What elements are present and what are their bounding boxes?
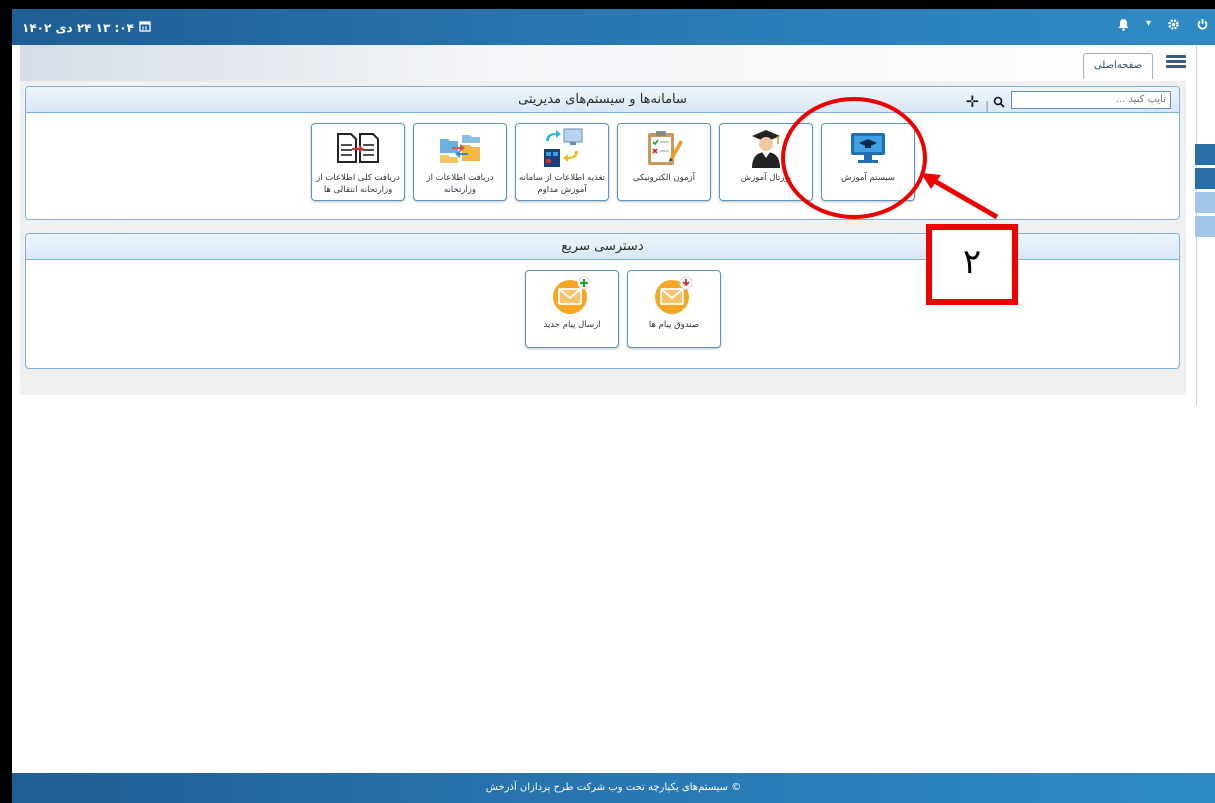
tile-ministry-transfer-data[interactable]: دریافت کلی اطلاعات از وزارتخانه انتقالی …	[311, 123, 405, 201]
annotation-step-number: ۲	[926, 224, 1018, 305]
move-icon[interactable]: ✛	[966, 89, 979, 115]
systems-panel-title: سامانه‌ها و سیستم‌های مدیریتی	[518, 92, 687, 107]
topbar-actions: ▾	[1117, 18, 1209, 35]
side-tab[interactable]	[1195, 216, 1215, 237]
tile-label: دریافت اطلاعات از وزارتخانه	[426, 173, 494, 195]
datetime-text: ۰۴: ۱۳ ۲۴ دی ۱۴۰۲	[22, 20, 134, 35]
tab-home[interactable]: صفحه‌اصلی	[1083, 53, 1153, 79]
tile-label: صندوق پیام ها	[648, 320, 700, 330]
footer: © سیستم‌های یکپارچه تحت وب شرکت طرح پردا…	[12, 773, 1215, 803]
tab-home-label: صفحه‌اصلی	[1093, 60, 1143, 71]
quick-access-tiles: صندوق پیام ها ارسال پیام جدید	[525, 270, 721, 348]
exam-checklist-icon	[618, 124, 710, 172]
tile-send-new-message[interactable]: ارسال پیام جدید	[525, 270, 619, 348]
footer-text: © سیستم‌های یکپارچه تحت وب شرکت طرح پردا…	[485, 782, 742, 793]
inbox-mail-icon	[628, 271, 720, 319]
right-side-tabs	[1195, 144, 1215, 240]
side-tab[interactable]	[1195, 192, 1215, 213]
app-frame: ۰۴: ۱۳ ۲۴ دی ۱۴۰۲ ▾ صفحه‌اصلی سامانه‌ها …	[12, 9, 1215, 803]
folder-transfer-icon	[414, 124, 506, 172]
calendar-icon	[139, 20, 151, 35]
datetime-display: ۰۴: ۱۳ ۲۴ دی ۱۴۰۲	[22, 20, 151, 35]
tile-continuing-education-feed[interactable]: تغذیه اطلاعات از سامانه آموزش مداوم	[515, 123, 609, 201]
new-mail-icon	[526, 271, 618, 319]
search-icon[interactable]	[991, 91, 1007, 109]
power-icon[interactable]	[1196, 18, 1209, 35]
tile-label: آزمون الکترونیکی	[632, 173, 696, 183]
separator: |	[985, 99, 989, 112]
document-transfer-icon	[312, 124, 404, 172]
tile-electronic-exam[interactable]: آزمون الکترونیکی	[617, 123, 711, 201]
data-sync-icon	[516, 124, 608, 172]
tile-label: دریافت کلی اطلاعات از وزارتخانه انتقالی …	[316, 173, 400, 195]
annotation-circle	[781, 97, 927, 219]
bell-icon[interactable]	[1117, 18, 1130, 35]
systems-panel-header: سامانه‌ها و سیستم‌های مدیریتی تایپ کنید …	[26, 87, 1179, 113]
annotation-arrow	[921, 173, 999, 220]
tab-bar: صفحه‌اصلی	[20, 45, 1195, 81]
chevron-down-icon[interactable]: ▾	[1146, 18, 1151, 35]
tile-inbox[interactable]: صندوق پیام ها	[627, 270, 721, 348]
top-bar: ۰۴: ۱۳ ۲۴ دی ۱۴۰۲ ▾	[12, 9, 1215, 45]
side-tab[interactable]	[1195, 168, 1215, 189]
tile-ministry-data[interactable]: دریافت اطلاعات از وزارتخانه	[413, 123, 507, 201]
side-tab[interactable]	[1195, 144, 1215, 165]
hamburger-menu-icon[interactable]	[1163, 53, 1189, 73]
tile-label: تغذیه اطلاعات از سامانه آموزش مداوم	[518, 173, 606, 195]
quick-access-title: دسترسی سریع	[561, 239, 644, 254]
tile-label: ارسال پیام جدید	[543, 320, 601, 330]
gear-icon[interactable]	[1167, 18, 1180, 35]
tile-search-input[interactable]: تایپ کنید ...	[1011, 91, 1171, 109]
